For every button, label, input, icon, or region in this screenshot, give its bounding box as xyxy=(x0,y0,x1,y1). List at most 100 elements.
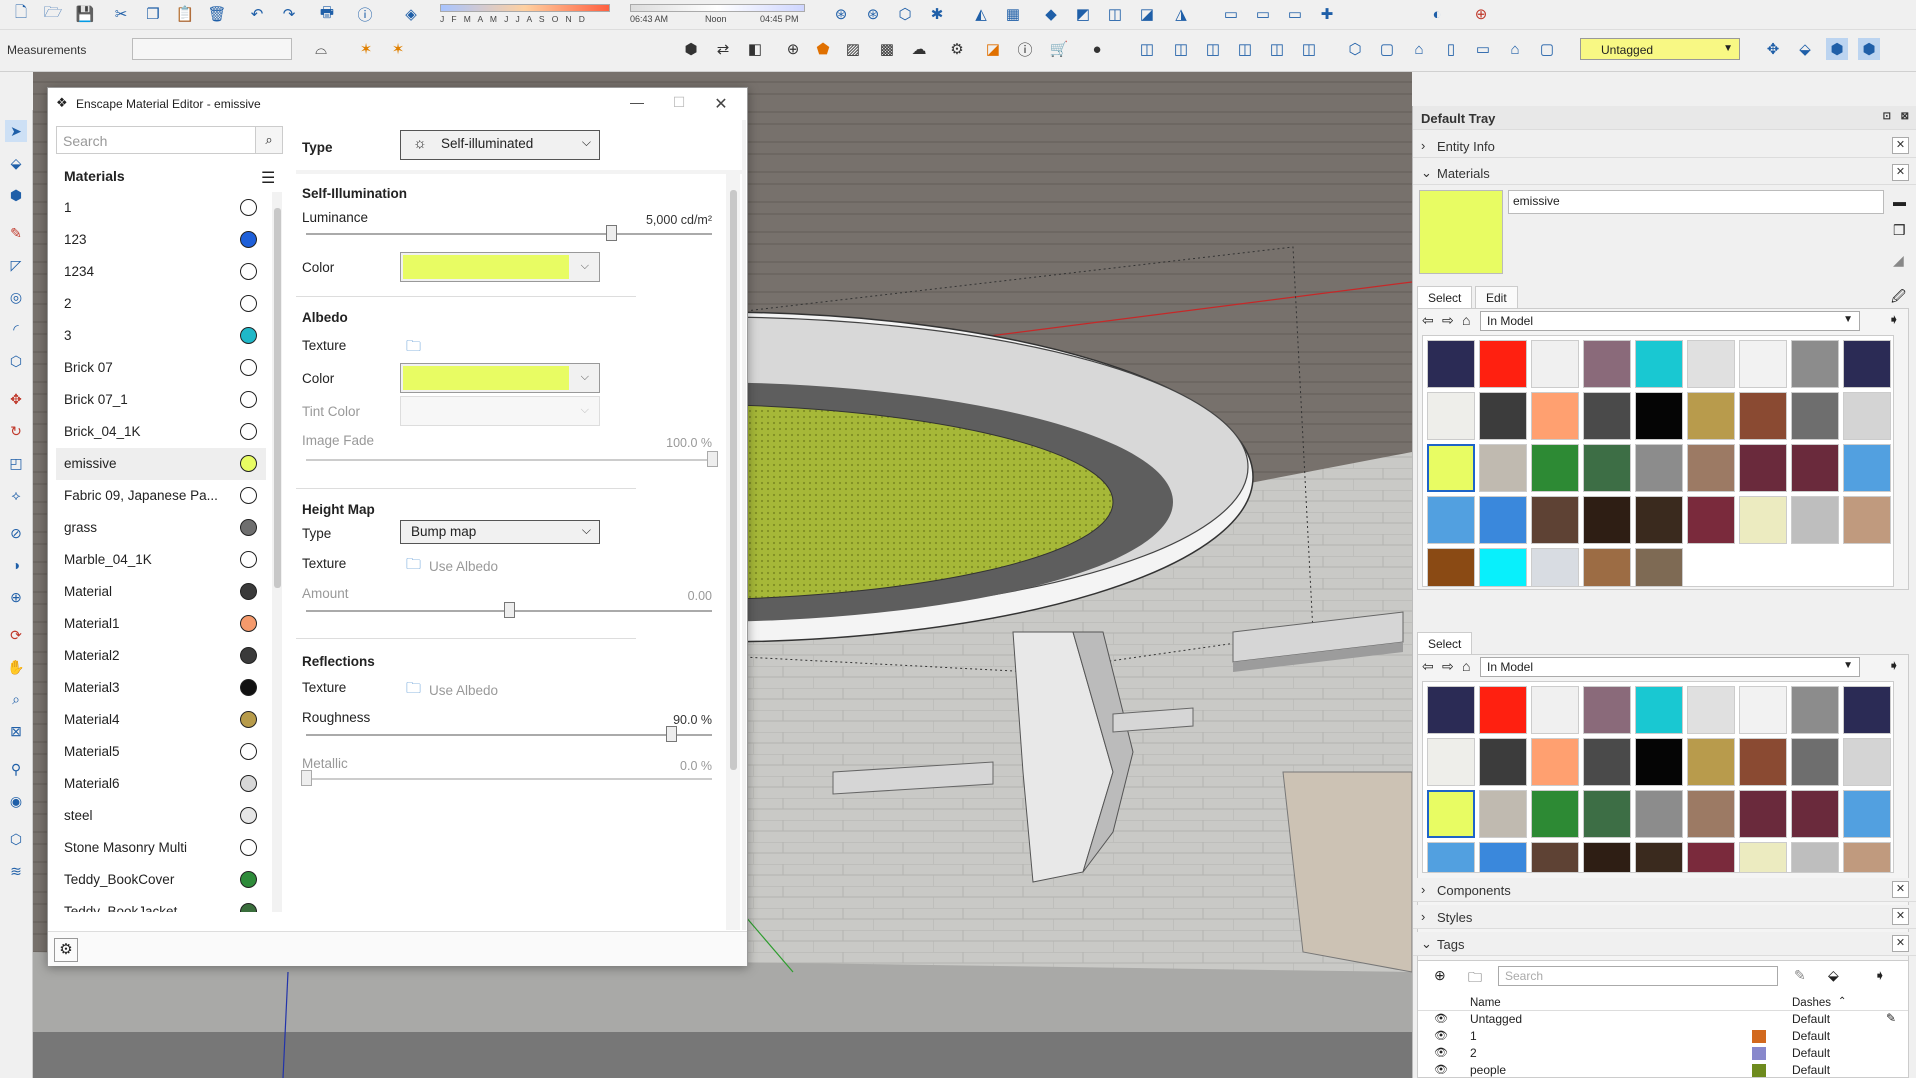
material-thumbnail[interactable] xyxy=(1531,790,1579,838)
material-thumbnail[interactable] xyxy=(1583,496,1631,544)
search-icon[interactable]: ⌕ xyxy=(255,126,283,154)
self-illum-color-picker[interactable]: ⌵ xyxy=(400,252,600,282)
material-list-item[interactable]: Teddy_BookJacket xyxy=(56,896,266,912)
warehouse-icon[interactable]: ⬡ xyxy=(894,3,916,25)
pencil-icon[interactable]: ✎ xyxy=(1794,967,1806,984)
paint-bucket-icon[interactable]: ⬙ xyxy=(5,152,27,174)
material-thumbnail[interactable] xyxy=(1635,496,1683,544)
arc-icon[interactable]: ◜ xyxy=(5,318,27,340)
material-list-item[interactable]: Brick_04_1K xyxy=(56,416,266,448)
tint-color-picker[interactable]: ⌵ xyxy=(400,396,600,426)
section-4-icon[interactable]: ◫ xyxy=(1234,38,1256,60)
material-thumbnail[interactable] xyxy=(1635,790,1683,838)
forward-icon[interactable]: ⇨ xyxy=(1442,312,1454,329)
default-material-icon[interactable]: ◢ xyxy=(1893,252,1904,269)
close-icon[interactable]: ✕ xyxy=(1892,137,1909,154)
material-thumbnail[interactable] xyxy=(1531,548,1579,586)
top-view-icon[interactable]: ▢ xyxy=(1376,38,1398,60)
material-list-item[interactable]: Brick 07 xyxy=(56,352,266,384)
material-list-item[interactable]: Material6 xyxy=(56,768,266,800)
col-name[interactable]: Name xyxy=(1470,997,1501,1009)
layers-icon[interactable]: ≋ xyxy=(5,860,27,882)
page-icon-2[interactable]: ▭ xyxy=(1252,3,1274,25)
close-icon[interactable]: ✕ xyxy=(1892,881,1909,898)
material-thumbnail[interactable] xyxy=(1479,738,1527,786)
zoom-window-icon[interactable]: ⊛ xyxy=(862,3,884,25)
redo-icon[interactable]: ↷ xyxy=(278,3,300,25)
folder-icon[interactable]: 🗀 xyxy=(406,336,421,361)
bottom-view-icon[interactable]: ▢ xyxy=(1536,38,1558,60)
material-thumbnail[interactable] xyxy=(1791,842,1839,872)
material-thumbnail[interactable] xyxy=(1843,340,1891,388)
material-list-item[interactable]: Material3 xyxy=(56,672,266,704)
back-icon[interactable]: ⇦ xyxy=(1422,312,1434,329)
close-icon[interactable]: ✕ xyxy=(1892,908,1909,925)
material-thumbnail[interactable] xyxy=(1531,444,1579,492)
height-map-type-select[interactable]: Bump map ⌵ xyxy=(400,520,600,544)
tape-measure-icon[interactable]: ⊘ xyxy=(5,522,27,544)
offset-icon[interactable]: ⟡ xyxy=(5,484,27,506)
material-thumbnail[interactable] xyxy=(1583,548,1631,586)
material-thumbnail[interactable] xyxy=(1739,444,1787,492)
extension-icon[interactable]: ✱ xyxy=(926,3,948,25)
tag-row[interactable]: 👁 1 Default xyxy=(1418,1028,1908,1045)
move-icon[interactable]: ✥ xyxy=(5,388,27,410)
material-list-item[interactable]: grass xyxy=(56,512,266,544)
material-thumbnail[interactable] xyxy=(1791,392,1839,440)
screenshot-icon[interactable]: ⬟ xyxy=(812,38,834,60)
shadows-icon[interactable]: ◈ xyxy=(400,3,422,25)
eye-icon[interactable]: 👁 xyxy=(1434,1063,1448,1076)
tags-panel-header[interactable]: ⌄ Tags ✕ xyxy=(1413,932,1916,956)
terrain-icon[interactable]: ◮ xyxy=(1170,3,1192,25)
material-thumbnail[interactable] xyxy=(1843,496,1891,544)
hidden-icon[interactable]: ⬢ xyxy=(1858,38,1880,60)
material-search-input[interactable]: Search xyxy=(56,126,256,154)
account-icon[interactable]: ● xyxy=(1086,38,1108,60)
paste-icon[interactable]: 📋 xyxy=(174,3,196,25)
material-list-item[interactable]: Material4 xyxy=(56,704,266,736)
copy-icon[interactable]: ❐ xyxy=(142,3,164,25)
pin-icon[interactable]: ⊡ xyxy=(1883,111,1891,122)
tab-select[interactable]: Select xyxy=(1417,286,1473,309)
delete-tag-icon[interactable]: ⬙ xyxy=(1828,967,1839,984)
secondary-collection-select[interactable]: In Model ▼ xyxy=(1480,657,1860,677)
material-thumbnail[interactable] xyxy=(1843,686,1891,734)
material-thumbnail[interactable] xyxy=(1531,842,1579,872)
styles-panel-header[interactable]: › Styles ✕ xyxy=(1413,905,1916,929)
tags-search-input[interactable]: Search xyxy=(1498,966,1778,986)
material-thumbnail[interactable] xyxy=(1843,738,1891,786)
add-tag-icon[interactable]: ⊕ xyxy=(1434,967,1446,984)
eye-icon[interactable]: 👁 xyxy=(1434,1046,1448,1059)
material-thumbnail[interactable] xyxy=(1531,392,1579,440)
globe-icon[interactable]: ⊕ xyxy=(1470,3,1492,25)
material-thumbnail[interactable] xyxy=(1687,392,1735,440)
material-thumbnail[interactable] xyxy=(1479,392,1527,440)
tab-edit[interactable]: Edit xyxy=(1475,286,1518,309)
material-thumbnail[interactable] xyxy=(1687,340,1735,388)
material-thumbnail[interactable] xyxy=(1635,340,1683,388)
material-thumbnail[interactable] xyxy=(1583,842,1631,872)
folder-icon[interactable]: 🗀 xyxy=(406,554,421,579)
tag-row[interactable]: 👁 Untagged Default ✎ xyxy=(1418,1011,1908,1028)
material-list-item[interactable]: 1234 xyxy=(56,256,266,288)
enscape-views-icon[interactable]: ◧ xyxy=(744,38,766,60)
material-thumbnail[interactable] xyxy=(1635,548,1683,586)
metallic-slider[interactable] xyxy=(306,778,712,780)
home-icon[interactable]: ⌂ xyxy=(1462,312,1470,328)
scale-icon[interactable]: ◰ xyxy=(5,452,27,474)
close-icon[interactable]: ✕ xyxy=(1892,164,1909,181)
back-icon[interactable]: ⇦ xyxy=(1422,658,1434,675)
material-thumbnail[interactable] xyxy=(1427,444,1475,492)
sandbox-grid-icon[interactable]: ▦ xyxy=(1002,3,1024,25)
hamburger-menu-icon[interactable]: ☰ xyxy=(261,168,275,188)
material-thumbnail[interactable] xyxy=(1739,686,1787,734)
material-thumbnail[interactable] xyxy=(1427,686,1475,734)
section-2-icon[interactable]: ◫ xyxy=(1170,38,1192,60)
asset-library-icon[interactable]: 🛒 xyxy=(1048,38,1070,60)
material-thumbnail[interactable] xyxy=(1791,444,1839,492)
folder-icon[interactable]: 🗀 xyxy=(406,678,421,703)
material-thumbnail[interactable] xyxy=(1791,340,1839,388)
material-thumbnail[interactable] xyxy=(1583,444,1631,492)
material-thumbnail[interactable] xyxy=(1427,790,1475,838)
display-secondary-icon[interactable]: ▬ xyxy=(1893,194,1906,209)
